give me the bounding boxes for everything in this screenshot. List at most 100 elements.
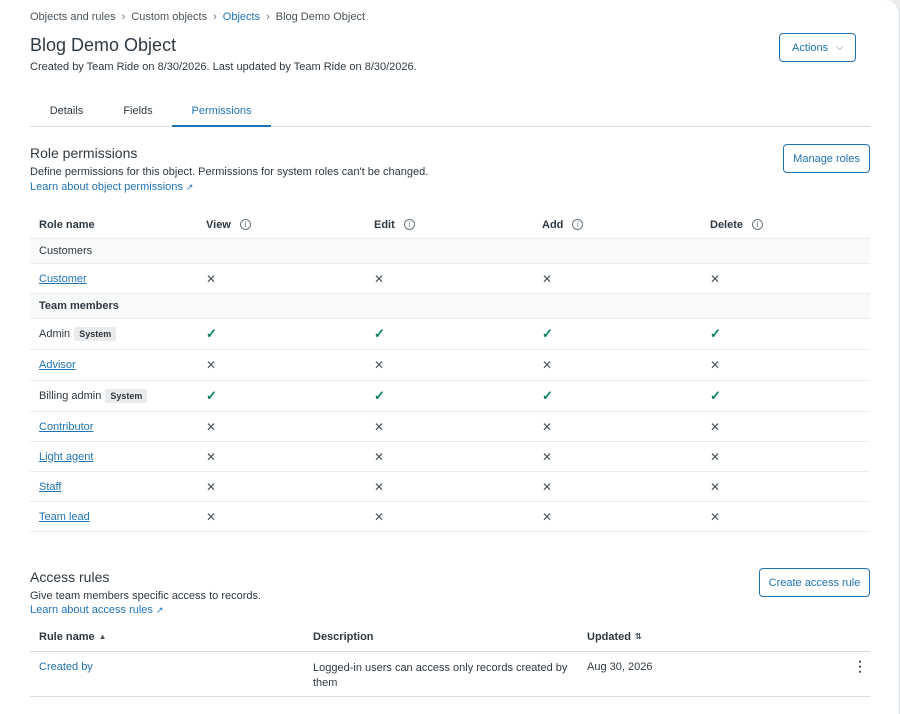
rule-link-created-by[interactable]: Created by xyxy=(39,661,93,673)
x-icon: ✕ xyxy=(542,419,553,434)
x-icon: ✕ xyxy=(206,419,217,434)
column-role-name-label: Role name xyxy=(39,218,95,231)
breadcrumb: Objects and rules › Custom objects › Obj… xyxy=(30,11,365,23)
permission-cell-add: ✓ xyxy=(542,319,553,349)
permission-cell-view: ✕ xyxy=(206,442,216,471)
role-permissions-description: Define permissions for this object. Perm… xyxy=(30,166,429,178)
permission-cell-view: ✕ xyxy=(206,264,216,293)
permission-cell-view: ✓ xyxy=(206,381,217,411)
table-row: Customer ✕ ✕ ✕ ✕ xyxy=(30,264,870,294)
x-icon: ✕ xyxy=(374,449,385,464)
x-icon: ✕ xyxy=(542,271,553,286)
permission-cell-view: ✕ xyxy=(206,412,216,441)
permission-cell-edit: ✕ xyxy=(374,412,384,441)
permission-cell-add: ✕ xyxy=(542,264,552,293)
breadcrumb-current: Blog Demo Object xyxy=(275,11,365,23)
column-edit-label: Edit xyxy=(374,218,395,231)
role-name-cell: Staff xyxy=(39,472,61,501)
column-description: Description xyxy=(313,622,374,651)
permission-cell-delete: ✕ xyxy=(710,264,720,293)
x-icon: ✕ xyxy=(374,509,385,524)
permission-cell-delete: ✕ xyxy=(710,350,720,380)
manage-roles-button[interactable]: Manage roles xyxy=(783,144,870,173)
learn-access-rules-link[interactable]: Learn about access rules ↗ xyxy=(30,604,163,616)
create-access-rule-button[interactable]: Create access rule xyxy=(759,568,870,597)
check-icon: ✓ xyxy=(542,326,553,341)
x-icon: ✕ xyxy=(710,271,721,286)
breadcrumb-objects-and-rules[interactable]: Objects and rules xyxy=(30,11,116,23)
column-delete: Delete i xyxy=(710,211,764,238)
table-header-row: Rule name ▲ Description Updated ⇅ xyxy=(30,622,870,652)
role-link-light-agent[interactable]: Light agent xyxy=(39,451,93,463)
permission-cell-view: ✕ xyxy=(206,472,216,501)
permission-cell-edit: ✕ xyxy=(374,350,384,380)
permission-cell-delete: ✓ xyxy=(710,381,721,411)
permission-cell-delete: ✕ xyxy=(710,502,720,531)
tab-details[interactable]: Details xyxy=(30,98,103,126)
check-icon: ✓ xyxy=(542,388,553,403)
permission-cell-view: ✕ xyxy=(206,350,216,380)
role-permissions-title: Role permissions xyxy=(30,145,138,161)
breadcrumb-custom-objects[interactable]: Custom objects xyxy=(131,11,207,23)
learn-object-permissions-label: Learn about object permissions xyxy=(30,181,183,193)
role-name-cell: Team lead xyxy=(39,502,90,531)
column-description-label: Description xyxy=(313,630,374,643)
actions-button[interactable]: Actions ⌵ xyxy=(779,33,856,62)
column-add: Add i xyxy=(542,211,584,238)
breadcrumb-objects[interactable]: Objects xyxy=(223,11,260,23)
role-link-customer[interactable]: Customer xyxy=(39,273,87,285)
role-name-cell: Customer xyxy=(39,264,87,293)
column-updated[interactable]: Updated ⇅ xyxy=(587,622,642,651)
page: Objects and rules › Custom objects › Obj… xyxy=(0,0,900,714)
x-icon: ✕ xyxy=(542,358,553,372)
role-link-contributor[interactable]: Contributor xyxy=(39,421,93,433)
rule-description-cell: Logged-in users can access only records … xyxy=(313,652,567,696)
x-icon: ✕ xyxy=(374,419,385,434)
column-updated-label: Updated xyxy=(587,630,631,643)
learn-object-permissions-link[interactable]: Learn about object permissions ↗ xyxy=(30,181,193,193)
more-options-icon[interactable]: ⋮ xyxy=(853,652,867,696)
info-icon[interactable]: i xyxy=(572,219,584,230)
rule-description-line: them xyxy=(313,677,338,689)
external-link-icon: ↗ xyxy=(155,605,164,615)
info-icon[interactable]: i xyxy=(239,219,251,230)
x-icon: ✕ xyxy=(710,449,721,464)
group-row-team-members: Team members xyxy=(30,294,870,319)
sort-icon: ⇅ xyxy=(635,632,642,641)
role-name-billing-admin: Billing admin xyxy=(39,390,102,402)
info-icon[interactable]: i xyxy=(403,219,415,230)
column-role-name: Role name xyxy=(39,211,95,238)
role-name-cell: Advisor xyxy=(39,350,76,380)
role-name-admin: Admin xyxy=(39,328,71,340)
chevron-right-icon: › xyxy=(121,11,126,23)
chevron-right-icon: › xyxy=(213,11,217,23)
chevron-right-icon: › xyxy=(266,11,270,23)
permission-cell-delete: ✕ xyxy=(710,442,720,471)
page-title: Blog Demo Object xyxy=(30,35,177,55)
column-rule-name[interactable]: Rule name ▲ xyxy=(39,622,107,651)
permission-cell-edit: ✕ xyxy=(374,442,384,471)
group-label: Customers xyxy=(39,245,93,257)
role-link-team-lead[interactable]: Team lead xyxy=(39,511,90,523)
role-link-staff[interactable]: Staff xyxy=(39,481,61,493)
column-view-label: View xyxy=(206,218,231,231)
rule-description-line: Logged-in users can access only records … xyxy=(313,662,568,674)
tab-permissions[interactable]: Permissions xyxy=(172,98,271,127)
permission-cell-edit: ✕ xyxy=(374,472,384,501)
page-subtitle: Created by Team Ride on 8/30/2026. Last … xyxy=(30,61,417,73)
column-edit: Edit i xyxy=(374,211,415,238)
table-row: Light agent ✕ ✕ ✕ ✕ xyxy=(30,442,870,472)
info-icon[interactable]: i xyxy=(752,219,764,230)
table-row: Admin System ✓ ✓ ✓ ✓ xyxy=(30,319,870,350)
external-link-icon: ↗ xyxy=(185,182,194,192)
access-rules-description: Give team members specific access to rec… xyxy=(30,590,262,602)
permission-cell-add: ✕ xyxy=(542,412,552,441)
permission-cell-delete: ✕ xyxy=(710,472,720,501)
chevron-down-icon: ⌵ xyxy=(836,42,843,52)
column-add-label: Add xyxy=(542,218,564,231)
group-label: Team members xyxy=(39,300,119,312)
role-link-advisor[interactable]: Advisor xyxy=(39,359,76,371)
tab-fields[interactable]: Fields xyxy=(103,98,173,126)
group-row-customers: Customers xyxy=(30,239,870,264)
permission-cell-edit: ✓ xyxy=(374,319,385,349)
